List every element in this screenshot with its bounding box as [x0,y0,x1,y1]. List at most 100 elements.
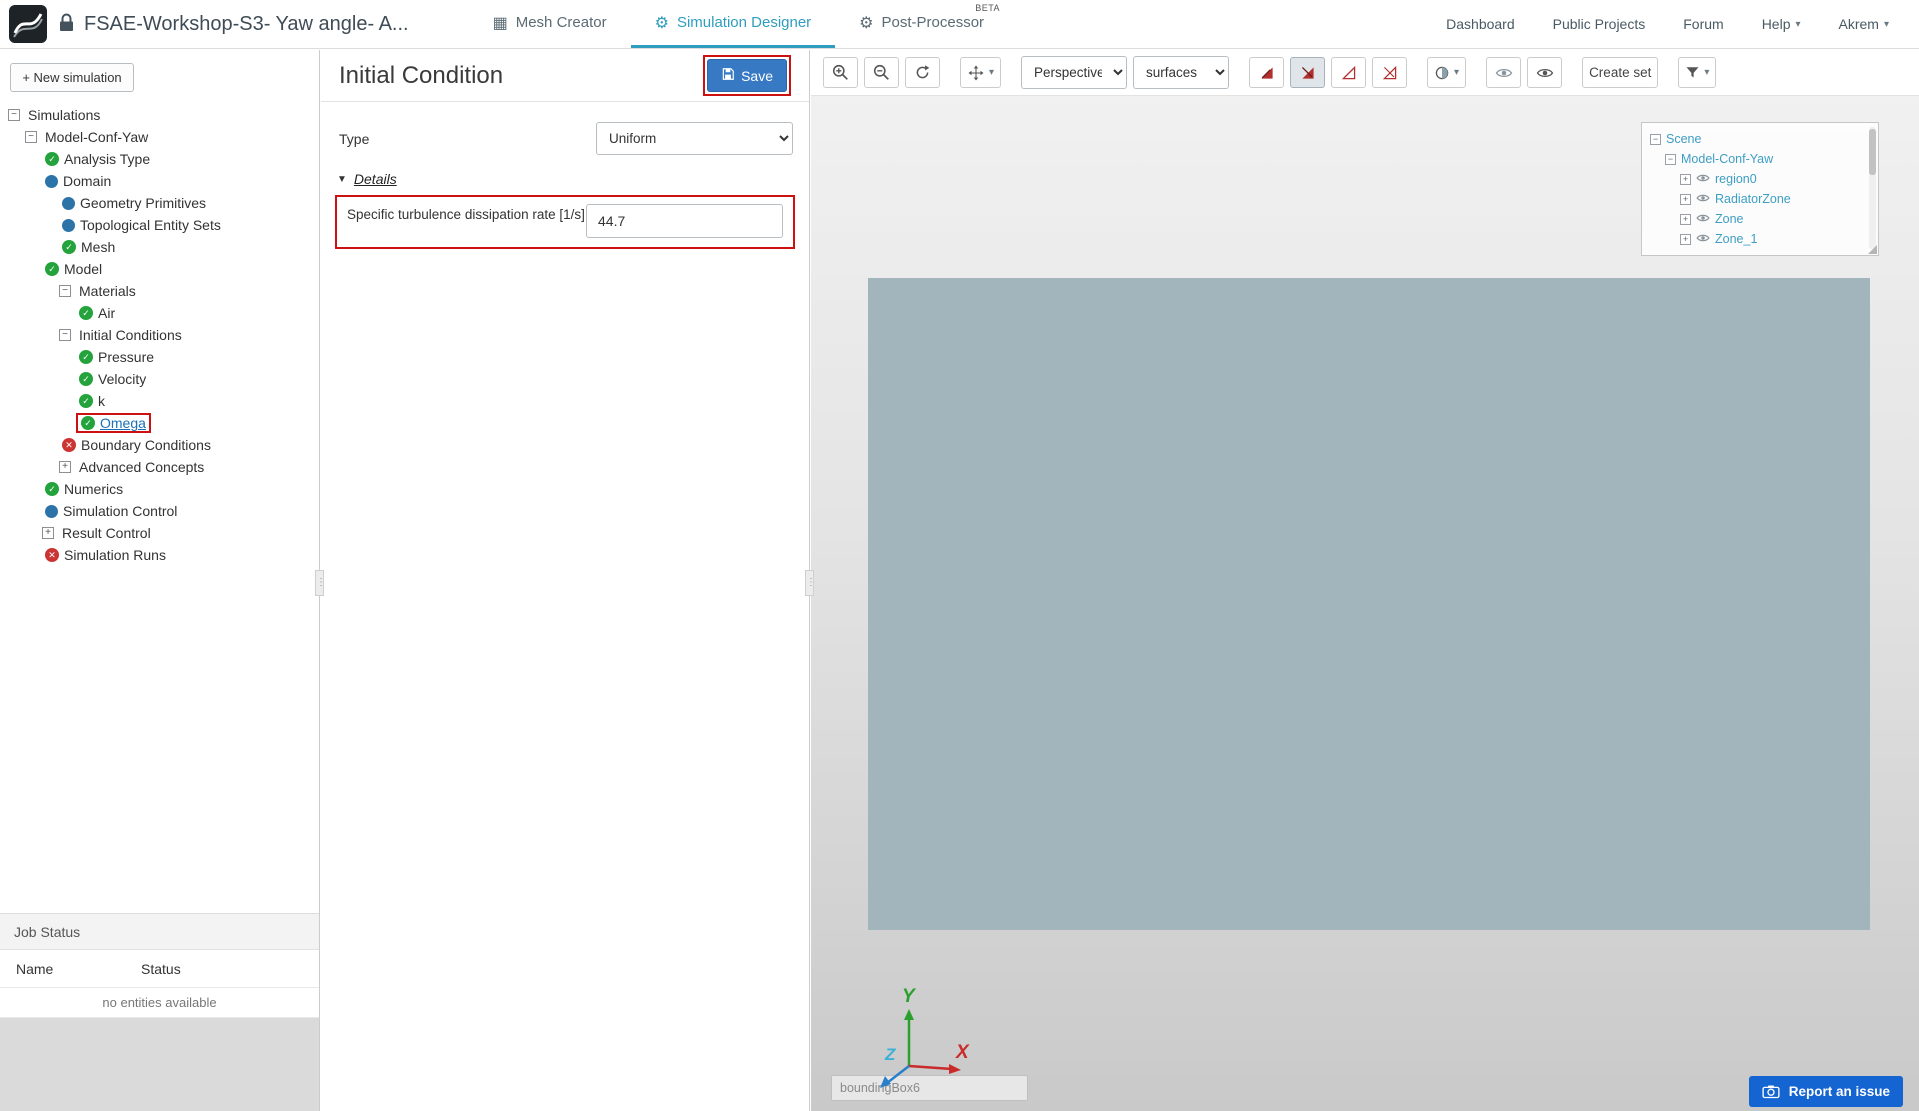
zoom-in-button[interactable] [823,57,858,88]
filter-dropdown[interactable]: ▾ [1678,57,1716,88]
zoom-out-button[interactable] [864,57,899,88]
collapse-icon[interactable]: − [8,109,20,121]
tree-item-pressure[interactable]: ✓Pressure [0,346,319,368]
tree-item-advanced-concepts[interactable]: + Advanced Concepts [0,456,319,478]
tree-item-model-conf-yaw[interactable]: −Model-Conf-Yaw [0,126,319,148]
axis-z-label: Z [884,1045,896,1064]
nav-item-label: Dashboard [1446,16,1515,32]
tree-item-omega[interactable]: ✓Omega [0,412,319,434]
eye-icon[interactable] [1696,172,1710,186]
type-select[interactable]: Uniform [596,122,793,155]
collapse-icon[interactable]: − [1650,134,1661,145]
show-entity-button[interactable] [1527,57,1562,88]
tree-item-numerics[interactable]: ✓Numerics [0,478,319,500]
refresh-icon [914,64,931,81]
tree-item-velocity[interactable]: ✓Velocity [0,368,319,390]
tree-item-domain[interactable]: Domain [0,170,319,192]
job-status-empty-message: no entities available [0,988,319,1018]
tree-item-simulation-control[interactable]: Simulation Control [0,500,319,522]
tree-item-boundary-conditions[interactable]: ✕Boundary Conditions [0,434,319,456]
nav-item-akrem[interactable]: Akrem▾ [1839,16,1889,32]
sidebar-splitter-handle[interactable]: ⋮ [315,570,324,596]
tree-item-model[interactable]: ✓Model [0,258,319,280]
tree-item-analysis-type[interactable]: ✓Analysis Type [0,148,319,170]
model-bounding-box[interactable] [868,278,1870,930]
tree-item-simulations[interactable]: −Simulations [0,104,319,126]
clip-plane-button-3[interactable] [1331,57,1366,88]
report-issue-button[interactable]: Report an issue [1749,1076,1903,1107]
details-section-header[interactable]: ▼ Details [321,169,809,195]
collapse-icon[interactable]: − [59,285,71,297]
save-button[interactable]: Save [707,59,787,92]
expand-icon[interactable]: + [1680,174,1691,185]
tree-item-topological-entity-sets[interactable]: Topological Entity Sets [0,214,319,236]
collapse-icon[interactable]: − [59,329,71,341]
tree-item-initial-conditions[interactable]: −Initial Conditions [0,324,319,346]
create-set-button[interactable]: Create set [1582,57,1658,88]
simulation-sidebar: + New simulation −Simulations−Model-Conf… [0,50,320,1111]
nav-item-help[interactable]: Help▾ [1762,16,1801,32]
expand-icon[interactable]: + [42,527,54,539]
eye-icon[interactable] [1696,232,1710,246]
scene-item-zone-1[interactable]: +Zone_1 [1650,229,1874,249]
tree-item-result-control[interactable]: +Result Control [0,522,319,544]
tree-item-label: Materials [79,283,136,299]
scene-item-region0[interactable]: +region0 [1650,169,1874,189]
scene-tree-scrollbar[interactable] [1869,127,1876,249]
tree-item-materials[interactable]: −Materials [0,280,319,302]
tab-label: Post-Processor [882,14,985,31]
scene-item-zone[interactable]: +Zone [1650,209,1874,229]
nav-item-forum[interactable]: Forum [1683,16,1723,32]
job-column-name: Name [16,961,141,977]
color-mode-dropdown[interactable]: ▾ [1427,57,1466,88]
nav-item-dashboard[interactable]: Dashboard [1446,16,1515,32]
color-sphere-icon [1434,65,1450,81]
viewport-toolbar: ▾ Perspective surfaces ▾ [811,50,1919,96]
chevron-down-icon: ▾ [1454,67,1459,78]
eye-icon[interactable] [1696,192,1710,206]
scene-tree-resize-handle[interactable] [1868,245,1877,254]
tab-mesh-creator[interactable]: ▦Mesh Creator [469,0,631,48]
scene-item-radiatorzone[interactable]: +RadiatorZone [1650,189,1874,209]
axis-triad: Y X Z [857,978,987,1101]
tree-item-simulation-runs[interactable]: ✕Simulation Runs [0,544,319,566]
viewport-3d[interactable]: ▾ Perspective surfaces ▾ [811,50,1919,1111]
nav-item-public-projects[interactable]: Public Projects [1553,16,1646,32]
refresh-view-button[interactable] [905,57,940,88]
collapse-icon[interactable]: − [25,131,37,143]
tab-post-processor[interactable]: ⚙Post-ProcessorBETA [835,0,1008,48]
tree-item-label: Analysis Type [64,151,150,167]
app-logo-icon[interactable] [8,4,48,44]
main-tabs: ▦Mesh Creator⚙Simulation Designer⚙Post-P… [469,0,1008,48]
pan-tool-dropdown[interactable]: ▾ [960,57,1001,88]
scene-tree-root[interactable]: − Scene [1650,129,1874,149]
tree-item-air[interactable]: ✓Air [0,302,319,324]
clip-plane-button-2[interactable] [1290,57,1325,88]
clip-plane-button-1[interactable] [1249,57,1284,88]
projection-select[interactable]: Perspective [1021,56,1127,89]
eye-icon [1495,66,1513,80]
expand-icon[interactable]: + [1680,214,1691,225]
scene-model-label: Model-Conf-Yaw [1681,152,1773,166]
new-simulation-button[interactable]: + New simulation [10,63,134,92]
tree-item-label: Omega [100,415,146,431]
eye-icon[interactable] [1696,212,1710,226]
tree-item-inner: Advanced Concepts [76,458,207,476]
tree-item-inner: Simulation Control [42,502,180,520]
tab-simulation-designer[interactable]: ⚙Simulation Designer [631,0,836,48]
clip-plane-button-4[interactable] [1372,57,1407,88]
render-mode-select[interactable]: surfaces [1133,56,1229,89]
hide-entity-button[interactable] [1486,57,1521,88]
panel-splitter-handle[interactable]: ⋮ [805,570,814,596]
clip-plane-icon [1300,65,1316,81]
dissipation-rate-input[interactable] [586,204,783,238]
expand-icon[interactable]: + [1680,234,1691,245]
app-header: FSAE-Workshop-S3- Yaw angle- A... ▦Mesh … [0,0,1919,49]
collapse-icon[interactable]: − [1665,154,1676,165]
expand-icon[interactable]: + [59,461,71,473]
tree-item-k[interactable]: ✓k [0,390,319,412]
expand-icon[interactable]: + [1680,194,1691,205]
tree-item-geometry-primitives[interactable]: Geometry Primitives [0,192,319,214]
tree-item-mesh[interactable]: ✓Mesh [0,236,319,258]
scene-tree-model[interactable]: − Model-Conf-Yaw [1650,149,1874,169]
